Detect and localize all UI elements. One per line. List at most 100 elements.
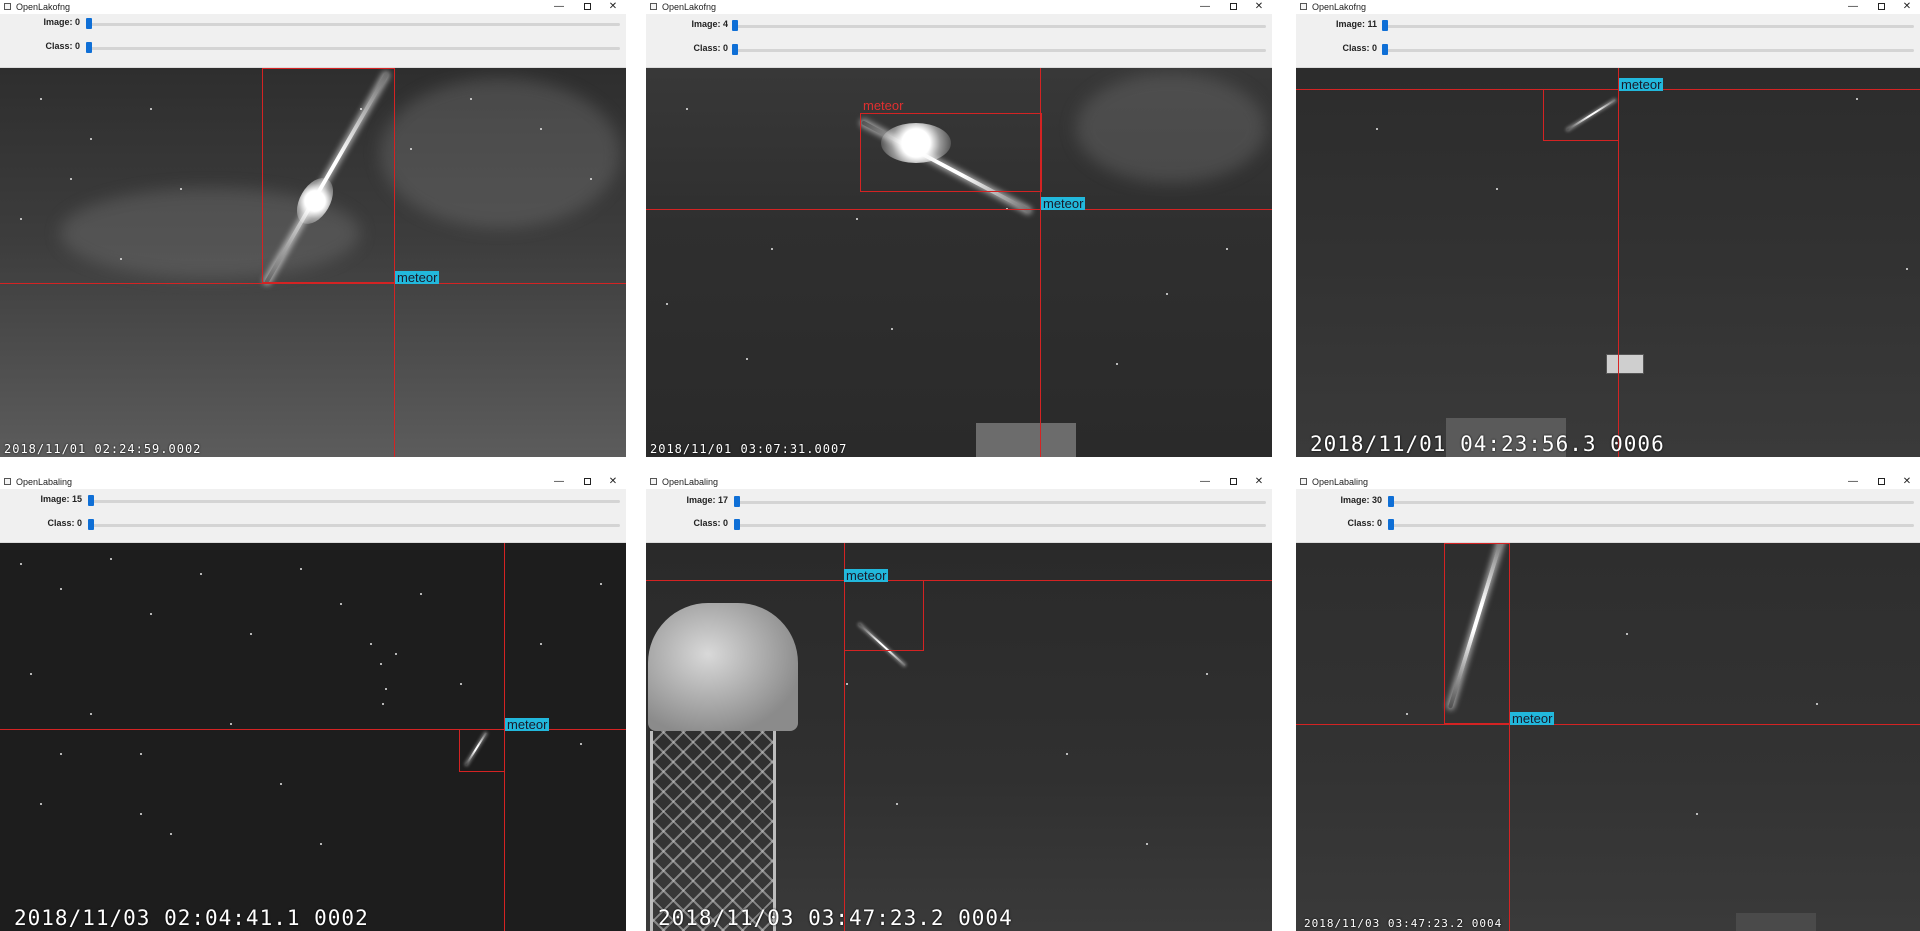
crosshair-vertical [504,543,505,931]
close-button[interactable]: ✕ [1900,476,1914,488]
title-bar[interactable]: OpenLakofng — ✕ [0,0,626,14]
meteor-label-tag: meteor [505,717,550,732]
class-trackbar[interactable] [734,524,1266,527]
crosshair-horizontal [0,283,626,284]
close-button[interactable]: ✕ [1252,1,1266,13]
bounding-box[interactable] [1543,89,1619,141]
maximize-icon [1877,2,1885,10]
opencv-window-5: OpenLabaling — ✕ Image: 17 Class: 0 mete… [646,475,1272,931]
lattice-tower [650,731,776,931]
image-trackbar-thumb[interactable] [732,20,738,31]
image-trackbar-label: Image: 15 [40,494,82,504]
minimize-button[interactable]: — [1198,1,1212,13]
image-trackbar[interactable] [732,25,1266,28]
close-button[interactable]: ✕ [606,476,620,488]
title-bar[interactable]: OpenLakofng — ✕ [646,0,1272,14]
camera-image[interactable]: meteor 2018/11/03 02:04:41.1 0002 [0,543,626,931]
bounding-box[interactable] [860,113,1042,192]
minimize-button[interactable]: — [1198,476,1212,488]
bounding-box[interactable] [844,580,924,651]
crosshair-vertical [394,68,395,457]
camera-image[interactable]: meteor 2018/11/01 04:23:56.3 0006 [1296,68,1920,457]
minimize-button[interactable]: — [552,1,566,13]
opencv-window-2: OpenLakofng — ✕ Image: 4 Class: 0 meteor… [646,0,1272,457]
camera-image[interactable]: meteor 2018/11/03 03:47:23.2 0004 [646,543,1272,931]
maximize-button[interactable] [1874,1,1888,13]
maximize-button[interactable] [1226,1,1240,13]
title-bar[interactable]: OpenLakofng — ✕ [1296,0,1920,14]
class-trackbar-thumb[interactable] [1382,44,1388,55]
camera-image[interactable]: meteor 2018/11/01 02:24:59.0002 [0,68,626,457]
maximize-icon [583,2,591,10]
image-trackbar-thumb[interactable] [734,496,740,507]
maximize-button[interactable] [580,476,594,488]
maximize-button[interactable] [1874,476,1888,488]
building-silhouette [1736,913,1816,931]
image-trackbar-thumb[interactable] [86,18,92,29]
title-bar[interactable]: OpenLabaling — ✕ [1296,475,1920,489]
close-button[interactable]: ✕ [1252,476,1266,488]
image-trackbar-thumb[interactable] [1382,20,1388,31]
class-trackbar-thumb[interactable] [86,42,92,53]
maximize-icon [1877,477,1885,485]
star-field [1296,543,1920,931]
crosshair-horizontal [1296,724,1920,725]
window-title: OpenLakofng [16,2,71,12]
timestamp-overlay: 2018/11/01 04:23:56.3 0006 [1310,432,1665,456]
image-trackbar-thumb[interactable] [88,495,94,506]
class-trackbar-thumb[interactable] [1388,519,1394,530]
trackbar-panel: Image: 0 Class: 0 [0,14,626,68]
bounding-box[interactable] [459,729,505,772]
window-title: OpenLabaling [662,477,719,487]
image-trackbar[interactable] [88,500,620,503]
class-trackbar[interactable] [1382,49,1914,52]
class-trackbar[interactable] [732,49,1266,52]
camera-image[interactable]: meteor 2018/11/03 03:47:23.2 0004 [1296,543,1920,931]
timestamp-overlay: 2018/11/01 02:24:59.0002 [4,442,202,456]
class-trackbar[interactable] [86,47,620,50]
window-title: OpenLabaling [16,477,73,487]
observatory-dome [648,603,798,731]
class-trackbar[interactable] [1388,524,1914,527]
window-title: OpenLabaling [1312,477,1369,487]
crosshair-vertical [1618,68,1619,457]
class-trackbar-thumb[interactable] [734,519,740,530]
image-trackbar-label: Image: 0 [43,17,80,27]
close-button[interactable]: ✕ [606,1,620,13]
image-trackbar[interactable] [1388,501,1914,504]
maximize-icon [583,477,591,485]
class-trackbar-label: Class: 0 [693,43,728,53]
image-trackbar-label: Image: 30 [1340,495,1382,505]
opencv-window-1: OpenLakofng — ✕ Image: 0 Class: 0 meteor… [0,0,626,457]
window-app-icon [4,478,11,485]
window-app-icon [1300,3,1307,10]
timestamp-overlay: 2018/11/01 03:07:31.0007 [650,442,848,456]
image-trackbar-thumb[interactable] [1388,496,1394,507]
title-bar[interactable]: OpenLabaling — ✕ [646,475,1272,489]
window-app-icon [650,478,657,485]
trackbar-panel: Image: 4 Class: 0 [646,14,1272,68]
meteor-label-tag: meteor [1510,711,1555,726]
image-trackbar[interactable] [86,23,620,26]
meteor-label-tag-previous: meteor [863,98,904,113]
minimize-button[interactable]: — [1846,476,1860,488]
title-bar[interactable]: OpenLabaling — ✕ [0,475,626,489]
image-trackbar[interactable] [734,501,1266,504]
class-trackbar-thumb[interactable] [732,44,738,55]
window-app-icon [650,3,657,10]
meteor-label-tag: meteor [1619,77,1664,92]
minimize-button[interactable]: — [1846,1,1860,13]
class-trackbar-label: Class: 0 [1347,518,1382,528]
bounding-box[interactable] [1444,543,1510,724]
image-trackbar[interactable] [1382,25,1914,28]
window-app-icon [1300,478,1307,485]
class-trackbar-thumb[interactable] [88,519,94,530]
maximize-button[interactable] [580,1,594,13]
maximize-button[interactable] [1226,476,1240,488]
class-trackbar[interactable] [88,524,620,527]
bounding-box[interactable] [262,68,395,283]
camera-image[interactable]: meteor meteor 2018/11/01 03:07:31.0007 [646,68,1272,457]
minimize-button[interactable]: — [552,476,566,488]
close-button[interactable]: ✕ [1900,1,1914,13]
class-trackbar-label: Class: 0 [1342,43,1377,53]
